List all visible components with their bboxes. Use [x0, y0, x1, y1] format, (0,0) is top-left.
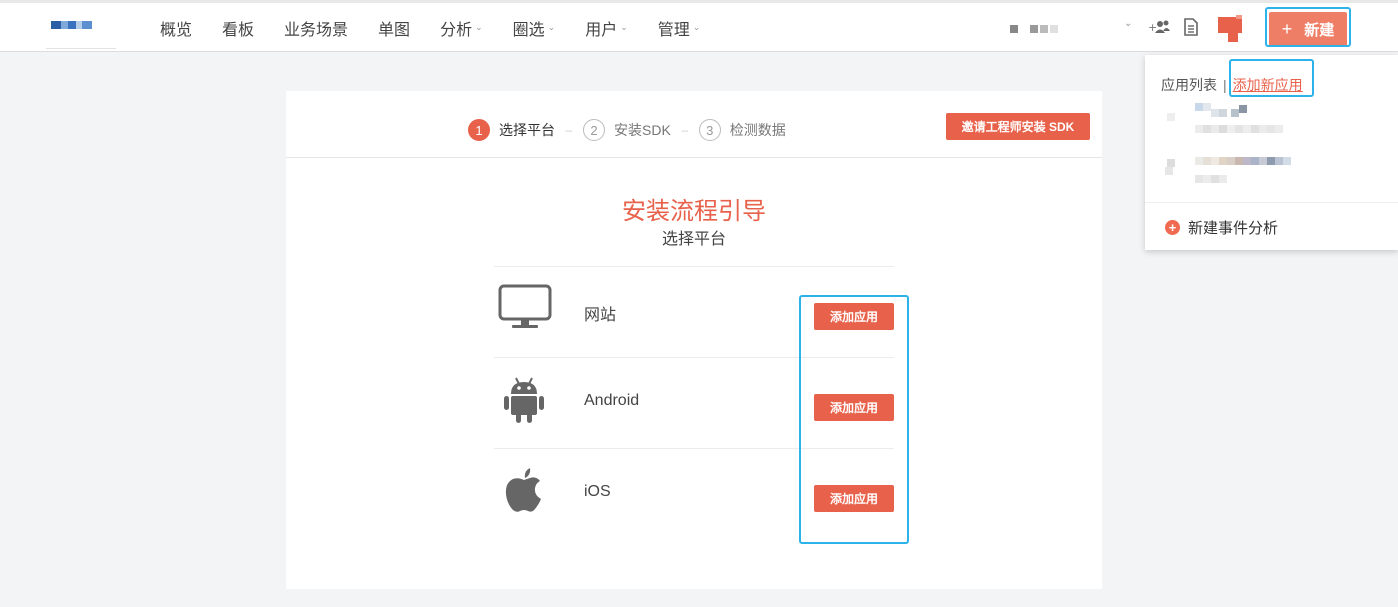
page-subtitle: 选择平台	[661, 231, 726, 248]
step-number: 3	[698, 119, 721, 141]
project-selector[interactable]	[1010, 25, 1058, 33]
app-list-label: 应用列表	[1161, 77, 1217, 93]
app-list-item[interactable]	[1165, 153, 1295, 189]
nav-item-manage[interactable]: 管理 ⌄	[658, 16, 701, 40]
new-button[interactable]: + 新建	[1269, 12, 1347, 46]
platform-list: 网站 添加应用 Android 添加应用 iOS 添加应用	[494, 266, 894, 539]
new-button-label: 新建	[1304, 21, 1335, 39]
document-icon[interactable]	[1184, 18, 1198, 41]
nav-item-overview[interactable]: 概览	[160, 16, 192, 40]
nav-item-analysis[interactable]: 分析 ⌄	[440, 16, 483, 40]
step-check-data: 3 检测数据	[698, 119, 786, 141]
add-app-button[interactable]: 添加应用	[814, 303, 894, 330]
step-select-platform: 1 选择平台	[468, 119, 555, 141]
main-nav: 概览 看板 业务场景 单图 分析 ⌄ 圈选 ⌄ 用户 ⌄ 管理 ⌄	[160, 3, 730, 52]
nav-item-dashboard[interactable]: 看板	[222, 16, 254, 40]
page-title: 安装流程引导	[622, 198, 766, 225]
dropdown-divider	[1145, 202, 1398, 203]
new-dropdown-menu: 应用列表 | 添加新应用 + 新建事件分析	[1145, 55, 1398, 250]
platform-name: iOS	[584, 483, 611, 500]
logo[interactable]	[51, 21, 92, 29]
install-guide-card: 1 选择平台 – 2 安装SDK – 3 检测数据 邀请工程师安装 SDK 安装…	[286, 91, 1102, 589]
step-connector: –	[565, 123, 573, 137]
top-navbar: 概览 看板 业务场景 单图 分析 ⌄ 圈选 ⌄ 用户 ⌄ 管理 ⌄ ⌄ + + …	[0, 0, 1398, 52]
chevron-down-icon: ⌄	[547, 22, 556, 32]
platform-row-website: 网站 添加应用	[494, 266, 894, 357]
platform-name: 网站	[584, 307, 617, 324]
chevron-down-icon: ⌄	[620, 22, 628, 32]
step-install-sdk: 2 安装SDK	[583, 119, 671, 141]
platform-row-android: Android 添加应用	[494, 357, 894, 448]
plus-icon: +	[1281, 18, 1293, 39]
monitor-icon	[498, 283, 552, 336]
step-label: 选择平台	[499, 122, 555, 138]
logo-underline	[46, 48, 116, 49]
android-icon	[504, 375, 544, 428]
chevron-down-icon[interactable]: ⌄	[1124, 18, 1132, 29]
nav-item-users[interactable]: 用户 ⌄	[585, 16, 628, 40]
platform-name: Android	[584, 392, 640, 409]
step-label: 安装SDK	[614, 122, 671, 138]
invite-engineer-button[interactable]: 邀请工程师安装 SDK	[946, 113, 1090, 140]
add-new-app-link[interactable]: 添加新应用	[1233, 77, 1303, 93]
new-event-analysis-label: 新建事件分析	[1188, 220, 1279, 237]
step-indicator: 1 选择平台 – 2 安装SDK – 3 检测数据	[468, 118, 786, 142]
add-app-button[interactable]: 添加应用	[814, 485, 894, 512]
nav-item-business-scenes[interactable]: 业务场景	[284, 16, 348, 40]
chevron-down-icon: ⌄	[475, 22, 483, 32]
app-list-item[interactable]	[1165, 103, 1285, 139]
platform-row-ios: iOS 添加应用	[494, 448, 894, 539]
chevron-down-icon: ⌄	[692, 22, 701, 32]
nav-item-single-chart[interactable]: 单图	[378, 16, 410, 40]
step-connector: –	[681, 123, 689, 137]
step-label: 检测数据	[729, 122, 786, 138]
separator: |	[1223, 77, 1227, 93]
apple-icon	[504, 467, 544, 518]
plus-circle-icon: +	[1165, 220, 1180, 235]
add-app-button[interactable]: 添加应用	[814, 394, 894, 421]
step-number: 1	[468, 119, 490, 141]
step-number: 2	[583, 119, 605, 141]
new-event-analysis-item[interactable]: + 新建事件分析	[1165, 217, 1278, 238]
avatar[interactable]	[1218, 15, 1244, 50]
app-list-header: 应用列表 | 添加新应用	[1161, 75, 1303, 95]
user-group-icon[interactable]: +	[1148, 18, 1172, 41]
divider	[286, 157, 1102, 158]
nav-item-circle-select[interactable]: 圈选 ⌄	[513, 16, 556, 40]
